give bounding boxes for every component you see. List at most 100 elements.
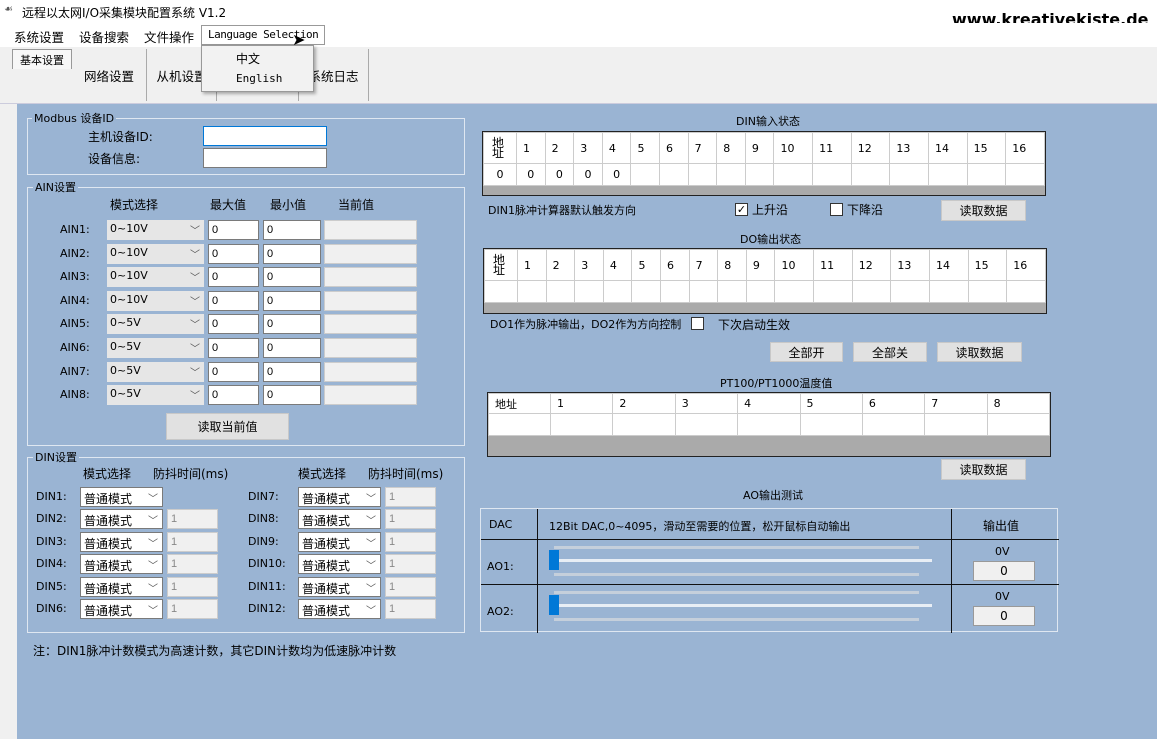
ain-mode-select[interactable]: 0~10V ﹀ bbox=[107, 290, 204, 311]
ao-value-field[interactable]: 0 bbox=[973, 561, 1035, 581]
ain-min-input[interactable] bbox=[263, 385, 321, 406]
do-pulse-checkbox[interactable] bbox=[691, 317, 704, 330]
chevron-down-icon: ﹀ bbox=[148, 606, 158, 617]
tab-basic-settings[interactable]: 基本设置 bbox=[12, 49, 72, 69]
din-mode-value: 普通模式 bbox=[84, 536, 133, 551]
table-row bbox=[484, 280, 1046, 303]
din-debounce-input bbox=[385, 554, 436, 575]
column-header: 5 bbox=[799, 393, 863, 414]
ain-mode-select[interactable]: 0~5V ﹀ bbox=[107, 385, 204, 406]
ao-slider-thumb[interactable] bbox=[549, 595, 559, 615]
din-read-button[interactable]: 读取数据 bbox=[941, 200, 1026, 221]
ain-min-input[interactable] bbox=[263, 338, 321, 358]
cell-value: 0 bbox=[573, 163, 603, 186]
din-mode-select[interactable]: 普通模式 ﹀ bbox=[80, 576, 163, 597]
column-header: 3 bbox=[573, 132, 603, 164]
ain-current-input bbox=[324, 361, 417, 382]
ain-mode-select[interactable]: 0~5V ﹀ bbox=[107, 314, 204, 335]
ain-min-input[interactable] bbox=[263, 314, 321, 335]
menu-file-operations[interactable]: 文件操作 bbox=[144, 27, 194, 46]
menu-device-search[interactable]: 设备搜索 bbox=[79, 27, 129, 46]
ain-max-input[interactable] bbox=[208, 243, 259, 264]
ain-mode-select[interactable]: 0~5V ﹀ bbox=[107, 338, 204, 358]
chevron-down-icon: ﹀ bbox=[148, 538, 158, 550]
cell-value bbox=[549, 413, 614, 436]
ain-min-input[interactable] bbox=[263, 290, 321, 311]
rising-edge-checkbox[interactable]: ✓ bbox=[735, 203, 748, 216]
do-read-button[interactable]: 读取数据 bbox=[937, 342, 1022, 362]
ao-label: AO2: bbox=[487, 605, 514, 618]
ain-max-input[interactable] bbox=[208, 290, 259, 311]
ain-max-input[interactable] bbox=[208, 314, 259, 335]
menu-language-selection[interactable]: Language Selection bbox=[201, 25, 325, 45]
din-mode-select[interactable]: 普通模式 ﹀ bbox=[80, 599, 163, 619]
din-mode-value: 普通模式 bbox=[302, 492, 351, 506]
ain-legend: AIN设置 bbox=[33, 179, 78, 195]
din-label: DIN2: bbox=[36, 512, 67, 526]
cell-value bbox=[612, 413, 676, 436]
ain-min-input[interactable] bbox=[263, 243, 321, 264]
table-row bbox=[488, 413, 1051, 436]
column-header: 13 bbox=[890, 249, 930, 281]
slider-track-bottom bbox=[554, 573, 919, 576]
cell-value bbox=[928, 280, 969, 303]
din-mode-select[interactable]: 普通模式 ﹀ bbox=[298, 576, 381, 597]
column-header: 16 bbox=[1006, 249, 1046, 281]
menu-system-settings[interactable]: 系统设置 bbox=[14, 27, 64, 46]
tab-network-settings[interactable]: 网络设置 bbox=[72, 49, 147, 101]
column-header: 地址 bbox=[488, 393, 551, 414]
din-header-mode-right: 模式选择 bbox=[298, 467, 347, 481]
read-current-button[interactable]: 读取当前值 bbox=[166, 413, 289, 440]
ain-label: AIN5: bbox=[60, 317, 90, 331]
ain-max-input[interactable] bbox=[208, 385, 259, 406]
din-mode-select[interactable]: 普通模式 ﹀ bbox=[298, 509, 381, 530]
din-mode-select[interactable]: 普通模式 ﹀ bbox=[80, 554, 163, 575]
ain-mode-value: 0~5V bbox=[110, 316, 141, 330]
din-debounce-input bbox=[167, 554, 218, 575]
do-status-table: 地址 1 2 3 4 5 6 7 8 9 10 11 12 13 14 15 16 bbox=[483, 248, 1047, 314]
ao-title: AO输出测试 bbox=[743, 489, 803, 502]
chevron-down-icon: ﹀ bbox=[190, 226, 200, 237]
all-on-button[interactable]: 全部开 bbox=[770, 342, 843, 362]
din-debounce-input bbox=[385, 509, 436, 530]
ao-value-field[interactable]: 0 bbox=[973, 606, 1035, 626]
column-header: 2 bbox=[612, 393, 676, 414]
din-mode-select[interactable]: 普通模式 ﹀ bbox=[80, 487, 163, 507]
ain-max-input[interactable] bbox=[208, 338, 259, 358]
column-header: 4 bbox=[601, 132, 632, 164]
cell-value bbox=[545, 280, 576, 303]
language-option-english[interactable]: English bbox=[236, 72, 282, 85]
device-info-label: 设备信息: bbox=[88, 152, 141, 166]
chevron-down-icon: ﹀ bbox=[366, 606, 376, 617]
column-header: 8 bbox=[716, 132, 746, 164]
device-info-input[interactable] bbox=[203, 148, 327, 168]
ain-min-input[interactable] bbox=[263, 220, 321, 240]
din-mode-select[interactable]: 普通模式 ﹀ bbox=[298, 531, 381, 552]
din-mode-select[interactable]: 普通模式 ﹀ bbox=[298, 554, 381, 575]
ain-max-input[interactable] bbox=[208, 267, 259, 288]
din-mode-select[interactable]: 普通模式 ﹀ bbox=[298, 599, 381, 619]
cell-value: 0 bbox=[544, 163, 575, 186]
chevron-down-icon: ﹀ bbox=[148, 583, 158, 595]
ain-mode-select[interactable]: 0~10V ﹀ bbox=[107, 267, 204, 288]
ain-max-input[interactable] bbox=[208, 361, 259, 382]
falling-edge-checkbox[interactable] bbox=[830, 203, 843, 216]
din-mode-select[interactable]: 普通模式 ﹀ bbox=[80, 509, 163, 530]
host-id-input[interactable] bbox=[203, 126, 327, 146]
table-header-row: 地址 1 2 3 4 5 6 7 8 9 10 11 12 13 14 15 16 bbox=[484, 249, 1046, 281]
cell-value bbox=[517, 280, 547, 303]
chevron-down-icon: ﹀ bbox=[366, 494, 376, 505]
ao-slider-thumb[interactable] bbox=[549, 550, 559, 570]
ain-min-input[interactable] bbox=[263, 267, 321, 288]
pt100-read-button[interactable]: 读取数据 bbox=[941, 459, 1026, 480]
din-mode-select[interactable]: 普通模式 ﹀ bbox=[298, 487, 381, 507]
all-off-button[interactable]: 全部关 bbox=[853, 342, 927, 362]
din-mode-select[interactable]: 普通模式 ﹀ bbox=[80, 531, 163, 552]
ain-mode-select[interactable]: 0~5V ﹀ bbox=[107, 361, 204, 382]
ain-min-input[interactable] bbox=[263, 361, 321, 382]
language-option-chinese[interactable]: 中文 bbox=[236, 50, 260, 67]
app-icon: ☙ bbox=[4, 4, 13, 15]
ain-max-input[interactable] bbox=[208, 220, 259, 240]
ain-mode-select[interactable]: 0~10V ﹀ bbox=[107, 243, 204, 264]
ain-mode-select[interactable]: 0~10V ﹀ bbox=[107, 220, 204, 240]
